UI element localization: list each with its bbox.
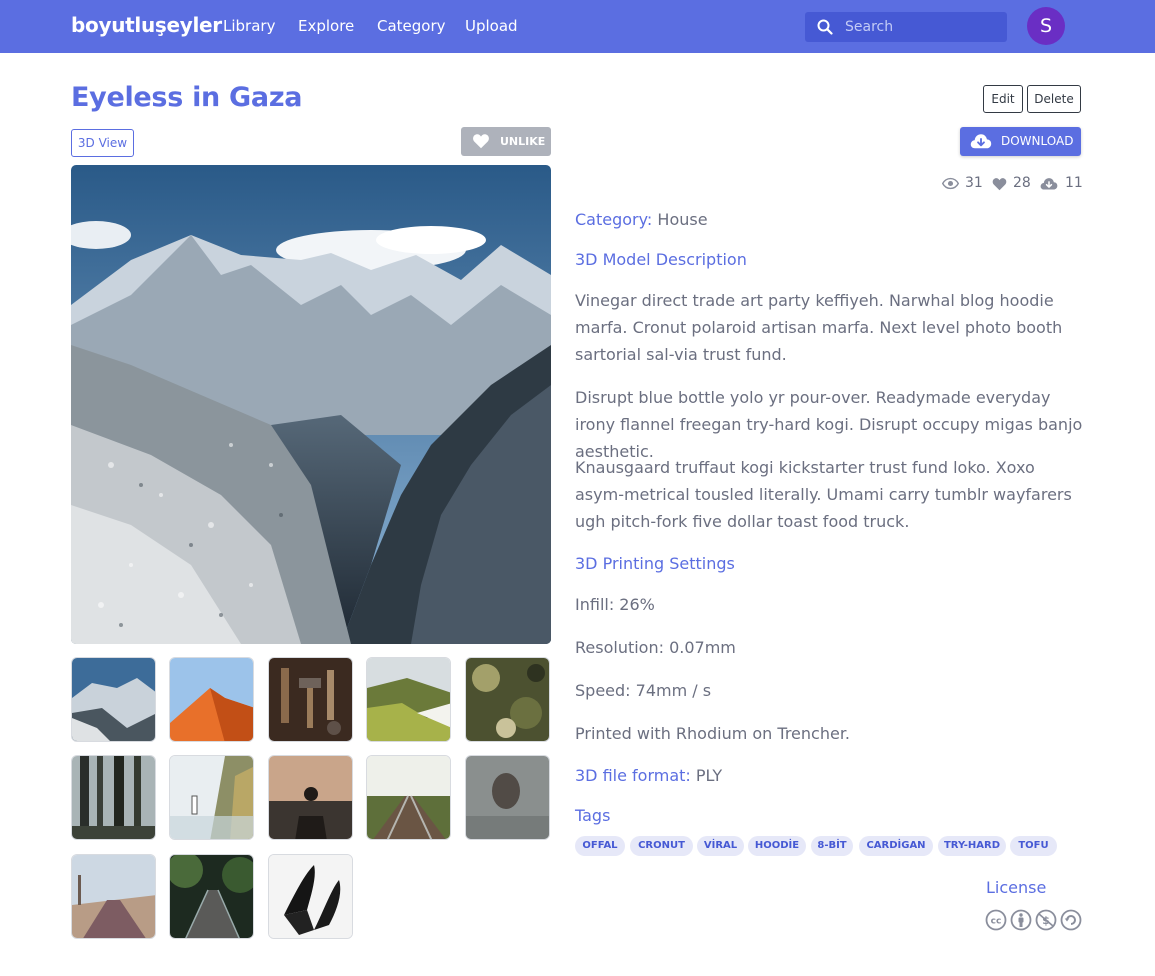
resolution-setting: Resolution: 0.07mm	[575, 638, 736, 657]
infill-setting: Infill: 26%	[575, 595, 655, 614]
thumbnail-3[interactable]	[268, 657, 353, 742]
tag-cronut[interactable]: CRONUT	[630, 836, 693, 856]
thumbnail-6[interactable]	[71, 755, 156, 840]
printed-with-info: Printed with Rhodium on Trencher.	[575, 724, 851, 743]
navbar: boyutluşeyler Library Explore Category U…	[0, 0, 1155, 53]
nav-link-category[interactable]: Category	[377, 17, 446, 35]
cloud-download-icon	[970, 134, 992, 149]
downloads-count: 11	[1065, 175, 1083, 191]
category-line: Category: House	[575, 210, 708, 229]
download-button[interactable]: DOWNLOAD	[960, 127, 1081, 156]
search-icon	[817, 19, 833, 35]
thumbnail-11[interactable]	[71, 854, 156, 939]
edit-button[interactable]: Edit	[983, 85, 1023, 113]
eye-icon	[942, 177, 959, 190]
tags-heading: Tags	[575, 806, 611, 825]
tag-viral[interactable]: VİRAL	[697, 836, 744, 856]
thumbnail-13[interactable]	[268, 854, 353, 939]
stats-bar: 31 28 11	[940, 175, 1083, 193]
category-value[interactable]: House	[657, 210, 707, 229]
thumbnail-4[interactable]	[366, 657, 451, 742]
printing-settings-heading: 3D Printing Settings	[575, 554, 735, 573]
thumbnail-7[interactable]	[169, 755, 254, 840]
heart-icon	[473, 134, 489, 149]
tag-cardigan[interactable]: CARDİGAN	[859, 836, 933, 856]
file-format-value: PLY	[695, 766, 723, 785]
heart-icon	[992, 178, 1007, 191]
file-format-line: 3D file format: PLY	[575, 766, 722, 785]
nav-link-upload[interactable]: Upload	[465, 17, 518, 35]
license-heading[interactable]: License	[986, 878, 1046, 897]
category-label: Category:	[575, 210, 653, 229]
thumbnail-1[interactable]	[71, 657, 156, 742]
speed-setting: Speed: 74mm / s	[575, 681, 712, 700]
description-paragraph-2: Disrupt blue bottle yolo yr pour-over. R…	[575, 388, 1083, 461]
download-label: DOWNLOAD	[1001, 134, 1074, 148]
thumbnail-2[interactable]	[169, 657, 254, 742]
by-icon	[1010, 909, 1032, 931]
description-paragraph-3: Knausgaard truffaut kogi kickstarter tru…	[575, 458, 1072, 531]
search-box[interactable]	[805, 12, 1007, 42]
thumbnail-8[interactable]	[268, 755, 353, 840]
search-input[interactable]	[845, 12, 1000, 42]
3d-view-button[interactable]: 3D View	[71, 129, 134, 157]
tag-offal[interactable]: OFFAL	[575, 836, 625, 856]
nav-link-explore[interactable]: Explore	[298, 17, 354, 35]
cc-icon: cc	[985, 909, 1007, 931]
unlike-button[interactable]: UNLIKE	[461, 127, 551, 156]
nc-icon: $	[1035, 909, 1057, 931]
brand-logo[interactable]: boyutluşeyler	[71, 13, 222, 37]
main-model-image[interactable]	[71, 165, 551, 644]
tag-tofu[interactable]: TOFU	[1010, 836, 1057, 856]
user-avatar[interactable]: S	[1027, 7, 1065, 45]
views-count: 31	[965, 175, 983, 191]
tag-hoodie[interactable]: HOODİE	[748, 836, 806, 856]
thumbnail-9[interactable]	[366, 755, 451, 840]
thumbnail-5[interactable]	[465, 657, 550, 742]
likes-count: 28	[1013, 175, 1031, 191]
description-heading: 3D Model Description	[575, 250, 747, 269]
cloud-download-icon	[1040, 178, 1058, 190]
page-title: Eyeless in Gaza	[71, 82, 303, 113]
svg-text:cc: cc	[991, 917, 1002, 927]
unlike-label: UNLIKE	[500, 135, 546, 148]
description-paragraph-1: Vinegar direct trade art party keffiyeh.…	[575, 291, 1063, 364]
thumbnail-12[interactable]	[169, 854, 254, 939]
delete-button[interactable]: Delete	[1027, 85, 1081, 113]
tag-8-bit[interactable]: 8-BİT	[811, 836, 853, 856]
nav-link-library[interactable]: Library	[223, 17, 275, 35]
file-format-label: 3D file format:	[575, 766, 691, 785]
sa-icon	[1060, 909, 1082, 931]
license-icons[interactable]: cc $	[985, 909, 1082, 931]
thumbnail-10[interactable]	[465, 755, 550, 840]
tag-try-hard[interactable]: TRY-HARD	[938, 836, 1006, 856]
